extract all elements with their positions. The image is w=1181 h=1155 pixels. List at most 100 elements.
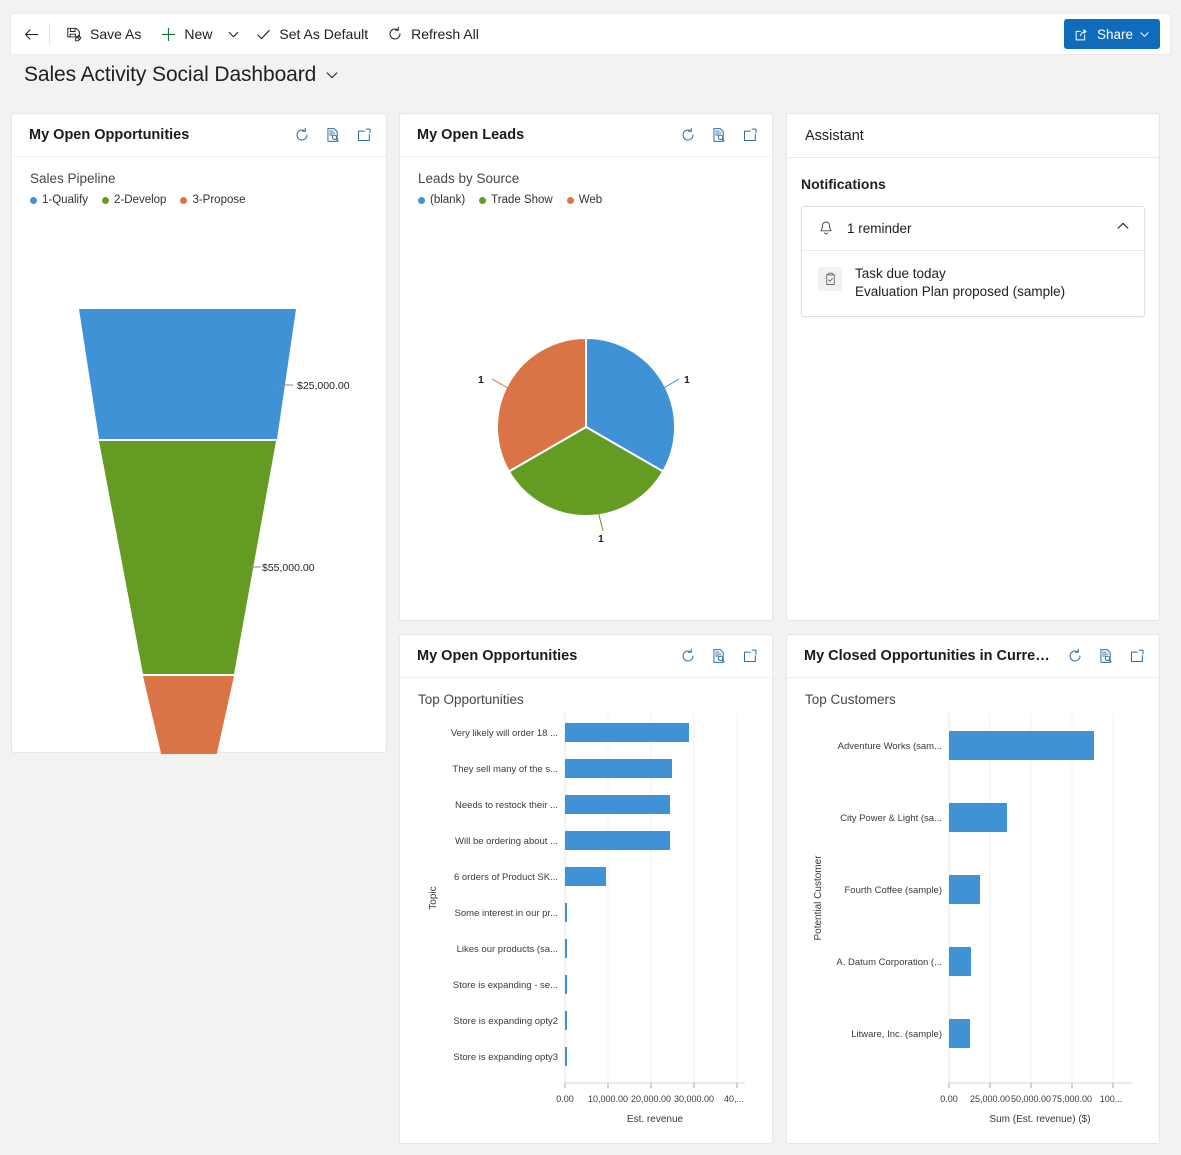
y-axis-title: Topic [428, 886, 439, 909]
bar[interactable] [565, 831, 670, 850]
legend-label: 2-Develop [114, 194, 167, 206]
category-label: Store is expanding opty2 [453, 1016, 558, 1027]
funnel-segment-develop[interactable] [99, 441, 276, 674]
legend-item-trade-show[interactable]: Trade Show [479, 194, 553, 206]
legend-item-develop[interactable]: 2-Develop [102, 194, 166, 206]
refresh-icon [386, 25, 404, 43]
category-label: Some interest in our pr... [455, 908, 559, 919]
bar[interactable] [565, 939, 567, 958]
task-icon [818, 267, 842, 291]
expand-icon[interactable] [355, 127, 372, 144]
refresh-icon[interactable] [679, 127, 696, 144]
assistant-title: Assistant [805, 127, 864, 144]
view-records-icon[interactable] [324, 127, 341, 144]
pie-chart[interactable]: 1 1 1 [400, 209, 772, 609]
refresh-icon[interactable] [1066, 648, 1083, 665]
funnel-value-develop: $55,000.00 [262, 562, 315, 574]
new-label: New [184, 26, 213, 42]
bar[interactable] [949, 947, 971, 976]
tile-action-group [669, 648, 758, 665]
pie-value-blank: 1 [684, 374, 690, 386]
back-button[interactable] [19, 18, 43, 50]
x-tick-label: 10,000.00 [588, 1094, 628, 1104]
legend-item-blank[interactable]: (blank) [418, 194, 465, 206]
bar[interactable] [949, 1019, 970, 1048]
category-label: Adventure Works (sam... [838, 741, 942, 752]
expand-icon[interactable] [741, 648, 758, 665]
bar[interactable] [565, 759, 672, 778]
legend-swatch [418, 196, 425, 204]
funnel-segment-propose[interactable] [143, 676, 234, 754]
legend-label: Trade Show [491, 194, 553, 206]
set-as-default-label: Set As Default [279, 26, 369, 42]
tile-my-open-opportunities-funnel: My Open Opportunities Sales Pipeline 1-Q… [11, 113, 387, 754]
save-as-button[interactable]: Save As [56, 18, 150, 50]
expand-icon[interactable] [741, 127, 758, 144]
chart-subtitle: Top Customers [805, 692, 896, 707]
category-label: Needs to restock their ... [455, 800, 558, 811]
reminder-text-block: Task due today Evaluation Plan proposed … [855, 265, 1065, 301]
save-as-icon [65, 25, 83, 43]
chart-subtitle: Leads by Source [418, 171, 520, 186]
reminder-group-toggle[interactable]: 1 reminder [802, 207, 1144, 251]
view-records-icon[interactable] [710, 648, 727, 665]
share-icon [1073, 25, 1091, 43]
assistant-header: Assistant [787, 114, 1159, 158]
notification-card: 1 reminder Task due today Evaluation Pla… [801, 206, 1145, 317]
refresh-all-button[interactable]: Refresh All [377, 18, 488, 50]
set-as-default-button[interactable]: Set As Default [245, 18, 377, 50]
bar[interactable] [565, 903, 567, 922]
legend-swatch [566, 196, 574, 204]
bar[interactable] [565, 1047, 567, 1066]
new-button[interactable]: New [150, 18, 221, 50]
x-tick-label: 30,000.00 [674, 1094, 714, 1104]
refresh-icon[interactable] [679, 648, 696, 665]
legend-label: (blank) [430, 194, 466, 206]
bar[interactable] [565, 795, 670, 814]
category-label: Store is expanding opty3 [453, 1052, 558, 1063]
legend-item-qualify[interactable]: 1-Qualify [30, 194, 88, 206]
view-records-icon[interactable] [710, 127, 727, 144]
check-icon [254, 25, 272, 43]
top-customers-chart[interactable]: Adventure Works (sam... City Power & Lig… [787, 713, 1159, 1138]
bar[interactable] [949, 731, 1094, 760]
reminder-item[interactable]: Task due today Evaluation Plan proposed … [802, 251, 1144, 316]
share-button[interactable]: Share [1063, 19, 1160, 49]
tile-header: My Open Opportunities [400, 635, 772, 678]
x-tick-label: 20,000.00 [631, 1094, 671, 1104]
x-tick-label: 40,... [724, 1094, 744, 1104]
legend-label: 1-Qualify [42, 194, 89, 206]
top-opportunities-chart[interactable]: Very likely will order 18 ... They sell … [400, 713, 772, 1138]
legend-item-web[interactable]: Web [566, 194, 602, 206]
bar[interactable] [565, 723, 689, 742]
bar[interactable] [949, 875, 980, 904]
x-tick-label: 0.00 [940, 1094, 958, 1104]
funnel-chart[interactable]: $25,000.00 $55,000.00 $36,000.00 [12, 209, 386, 754]
tile-assistant: Assistant Notifications 1 reminder Task … [786, 113, 1160, 621]
category-label: Will be ordering about ... [455, 836, 558, 847]
refresh-icon[interactable] [293, 127, 310, 144]
toolbar-divider [49, 23, 50, 45]
category-label: 6 orders of Product SK... [454, 872, 558, 883]
legend-swatch [102, 196, 110, 204]
category-label: Litware, Inc. (sample) [851, 1029, 942, 1040]
bar[interactable] [565, 975, 567, 994]
chart-subtitle: Top Opportunities [418, 692, 524, 707]
funnel-segment-qualify[interactable] [79, 309, 296, 439]
tile-title: My Open Opportunities [29, 127, 190, 143]
tile-title: My Open Opportunities [417, 648, 578, 664]
x-tick-label: 25,000.00 [970, 1094, 1010, 1104]
bar[interactable] [565, 1011, 567, 1030]
page-title: Sales Activity Social Dashboard [24, 63, 317, 86]
new-dropdown-button[interactable] [221, 18, 245, 50]
bar[interactable] [949, 803, 1007, 832]
funnel-value-qualify: $25,000.00 [297, 380, 350, 392]
legend-item-propose[interactable]: 3-Propose [180, 194, 246, 206]
dashboard-selector[interactable]: Sales Activity Social Dashboard [24, 63, 339, 87]
expand-icon[interactable] [1128, 648, 1145, 665]
chevron-up-icon[interactable] [1116, 219, 1130, 238]
bar[interactable] [565, 867, 606, 886]
x-tick-label: 75,000.00 [1052, 1094, 1092, 1104]
legend-label: 3-Propose [192, 194, 246, 206]
view-records-icon[interactable] [1097, 648, 1114, 665]
